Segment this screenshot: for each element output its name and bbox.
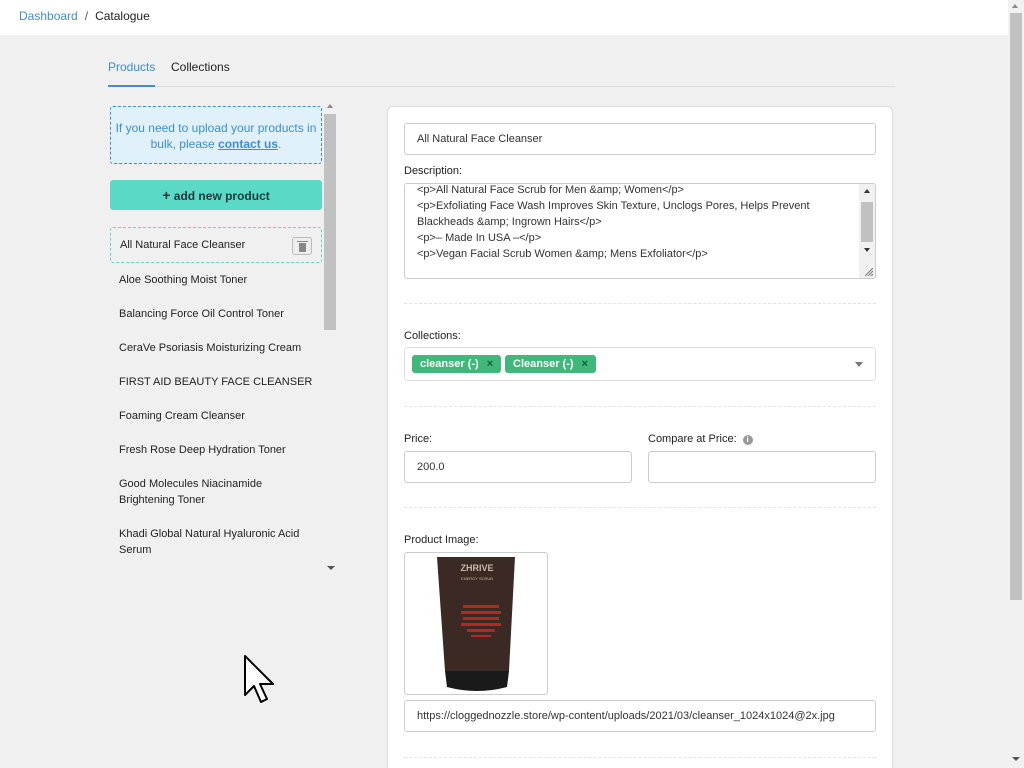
product-edit-panel: All Natural Face Cleanser Description: <… bbox=[387, 106, 893, 768]
image-url-input[interactable]: https://cloggednozzle.store/wp-content/u… bbox=[404, 700, 876, 732]
add-new-product-button[interactable]: + add new product bbox=[110, 180, 322, 210]
section-divider bbox=[404, 303, 876, 304]
compare-price-label-text: Compare at Price: bbox=[648, 433, 737, 445]
description-line: <p>Vegan Facial Scrub Women &amp; Mens E… bbox=[417, 248, 708, 260]
breadcrumb-dashboard-link[interactable]: Dashboard bbox=[19, 9, 78, 23]
product-item[interactable]: FIRST AID BEAUTY FACE CLEANSER bbox=[110, 365, 322, 399]
product-list-scrollbar[interactable] bbox=[323, 102, 336, 577]
description-line: <p>All Natural Face Scrub for Men &amp; … bbox=[417, 184, 684, 196]
breadcrumb-separator: / bbox=[84, 9, 89, 23]
resize-handle-icon[interactable] bbox=[865, 268, 873, 276]
product-name: All Natural Face Cleanser bbox=[120, 239, 246, 251]
tab-products[interactable]: Products bbox=[108, 60, 156, 87]
description-label: Description: bbox=[404, 165, 463, 177]
section-divider bbox=[404, 507, 876, 508]
product-name: Foaming Cream Cleanser bbox=[119, 410, 245, 422]
page-scrollbar[interactable] bbox=[1008, 0, 1024, 768]
tube-subtitle-text: ENERGY SCRUB bbox=[461, 576, 493, 581]
mouse-cursor-icon bbox=[244, 655, 274, 703]
product-tube-image: ZHRIVE ENERGY SCRUB bbox=[437, 557, 515, 691]
scroll-down-arrow-icon[interactable] bbox=[1012, 757, 1020, 761]
description-text: <p>All Natural Face Scrub for Men &amp; … bbox=[417, 184, 857, 262]
product-name: Balancing Force Oil Control Toner bbox=[119, 308, 284, 320]
price-input[interactable]: 200.0 bbox=[404, 451, 632, 483]
product-item[interactable]: CeraVe Psoriasis Moisturizing Cream bbox=[110, 331, 322, 365]
collection-tag-label: Cleanser (-) bbox=[513, 358, 574, 370]
trash-icon[interactable] bbox=[292, 237, 312, 255]
collection-tag-label: cleanser (-) bbox=[420, 358, 479, 370]
notice-text: If you need to upload your products in b… bbox=[115, 121, 317, 151]
scroll-thumb[interactable] bbox=[324, 114, 336, 330]
collection-tag: Cleanser (-) × bbox=[505, 355, 596, 373]
description-scrollbar[interactable] bbox=[859, 184, 875, 278]
collections-label: Collections: bbox=[404, 330, 461, 342]
description-textarea[interactable]: <p>All Natural Face Scrub for Men &amp; … bbox=[404, 183, 876, 279]
remove-tag-icon[interactable]: × bbox=[582, 358, 588, 370]
plus-icon: + bbox=[162, 187, 171, 203]
scroll-thumb[interactable] bbox=[861, 202, 873, 242]
collection-tag: cleanser (-) × bbox=[412, 355, 502, 373]
section-divider bbox=[404, 757, 876, 758]
scroll-up-arrow-icon[interactable] bbox=[864, 189, 870, 193]
product-item[interactable]: Khadi Global Natural Hyaluronic Acid Ser… bbox=[110, 517, 322, 567]
description-line: <p>Exfoliating Face Wash Improves Skin T… bbox=[417, 200, 810, 228]
product-item[interactable]: Aloe Soothing Moist Toner bbox=[110, 263, 322, 297]
description-line: <p>– Made In USA –</p> bbox=[417, 232, 542, 244]
product-name: CeraVe Psoriasis Moisturizing Cream bbox=[119, 342, 302, 354]
product-name: Aloe Soothing Moist Toner bbox=[119, 274, 248, 286]
scroll-thumb[interactable] bbox=[1010, 13, 1022, 600]
section-divider bbox=[404, 406, 876, 407]
info-icon[interactable]: i bbox=[742, 435, 753, 445]
product-name: FIRST AID BEAUTY FACE CLEANSER bbox=[119, 376, 313, 388]
product-title-input[interactable]: All Natural Face Cleanser bbox=[404, 123, 876, 155]
scroll-up-arrow-icon[interactable] bbox=[1012, 4, 1018, 8]
product-item[interactable]: Balancing Force Oil Control Toner bbox=[110, 297, 322, 331]
compare-price-input[interactable] bbox=[648, 451, 876, 483]
product-item[interactable]: Foaming Cream Cleanser bbox=[110, 399, 322, 433]
product-item[interactable]: Fresh Rose Deep Hydration Toner bbox=[110, 433, 322, 467]
product-item-selected[interactable]: All Natural Face Cleanser bbox=[110, 227, 322, 263]
main-content: Products Collections If you need to uplo… bbox=[0, 35, 1008, 768]
tab-collections[interactable]: Collections bbox=[171, 60, 230, 74]
scroll-up-arrow-icon[interactable] bbox=[327, 104, 333, 108]
notice-end: . bbox=[278, 137, 282, 151]
collections-select[interactable]: cleanser (-) × Cleanser (-) × bbox=[404, 347, 876, 381]
breadcrumb: Dashboard / Catalogue bbox=[19, 9, 150, 23]
product-image[interactable]: ZHRIVE ENERGY SCRUB bbox=[404, 552, 548, 695]
product-name: Khadi Global Natural Hyaluronic Acid Ser… bbox=[119, 528, 300, 556]
top-bar: Dashboard / Catalogue bbox=[0, 0, 1008, 35]
product-name: Fresh Rose Deep Hydration Toner bbox=[119, 444, 286, 456]
bulk-upload-notice: If you need to upload your products in b… bbox=[110, 106, 322, 164]
contact-us-link[interactable]: contact us bbox=[218, 137, 278, 151]
product-name: Good Molecules Niacinamide Brightening T… bbox=[119, 478, 263, 506]
scroll-down-arrow-icon[interactable] bbox=[327, 566, 335, 570]
price-label: Price: bbox=[404, 433, 433, 445]
product-item[interactable]: Good Molecules Niacinamide Brightening T… bbox=[110, 467, 322, 517]
product-image-label: Product Image: bbox=[404, 534, 479, 546]
compare-price-label: Compare at Price: i bbox=[648, 433, 753, 445]
product-list: All Natural Face Cleanser Aloe Soothing … bbox=[110, 227, 322, 577]
breadcrumb-current: Catalogue bbox=[95, 9, 150, 23]
chevron-down-icon[interactable] bbox=[855, 362, 863, 367]
add-new-product-label: add new product bbox=[173, 189, 270, 203]
remove-tag-icon[interactable]: × bbox=[487, 358, 493, 370]
tube-brand-text: ZHRIVE bbox=[460, 563, 493, 573]
scroll-down-arrow-icon[interactable] bbox=[864, 248, 870, 252]
tab-bar: Products Collections bbox=[108, 50, 895, 87]
